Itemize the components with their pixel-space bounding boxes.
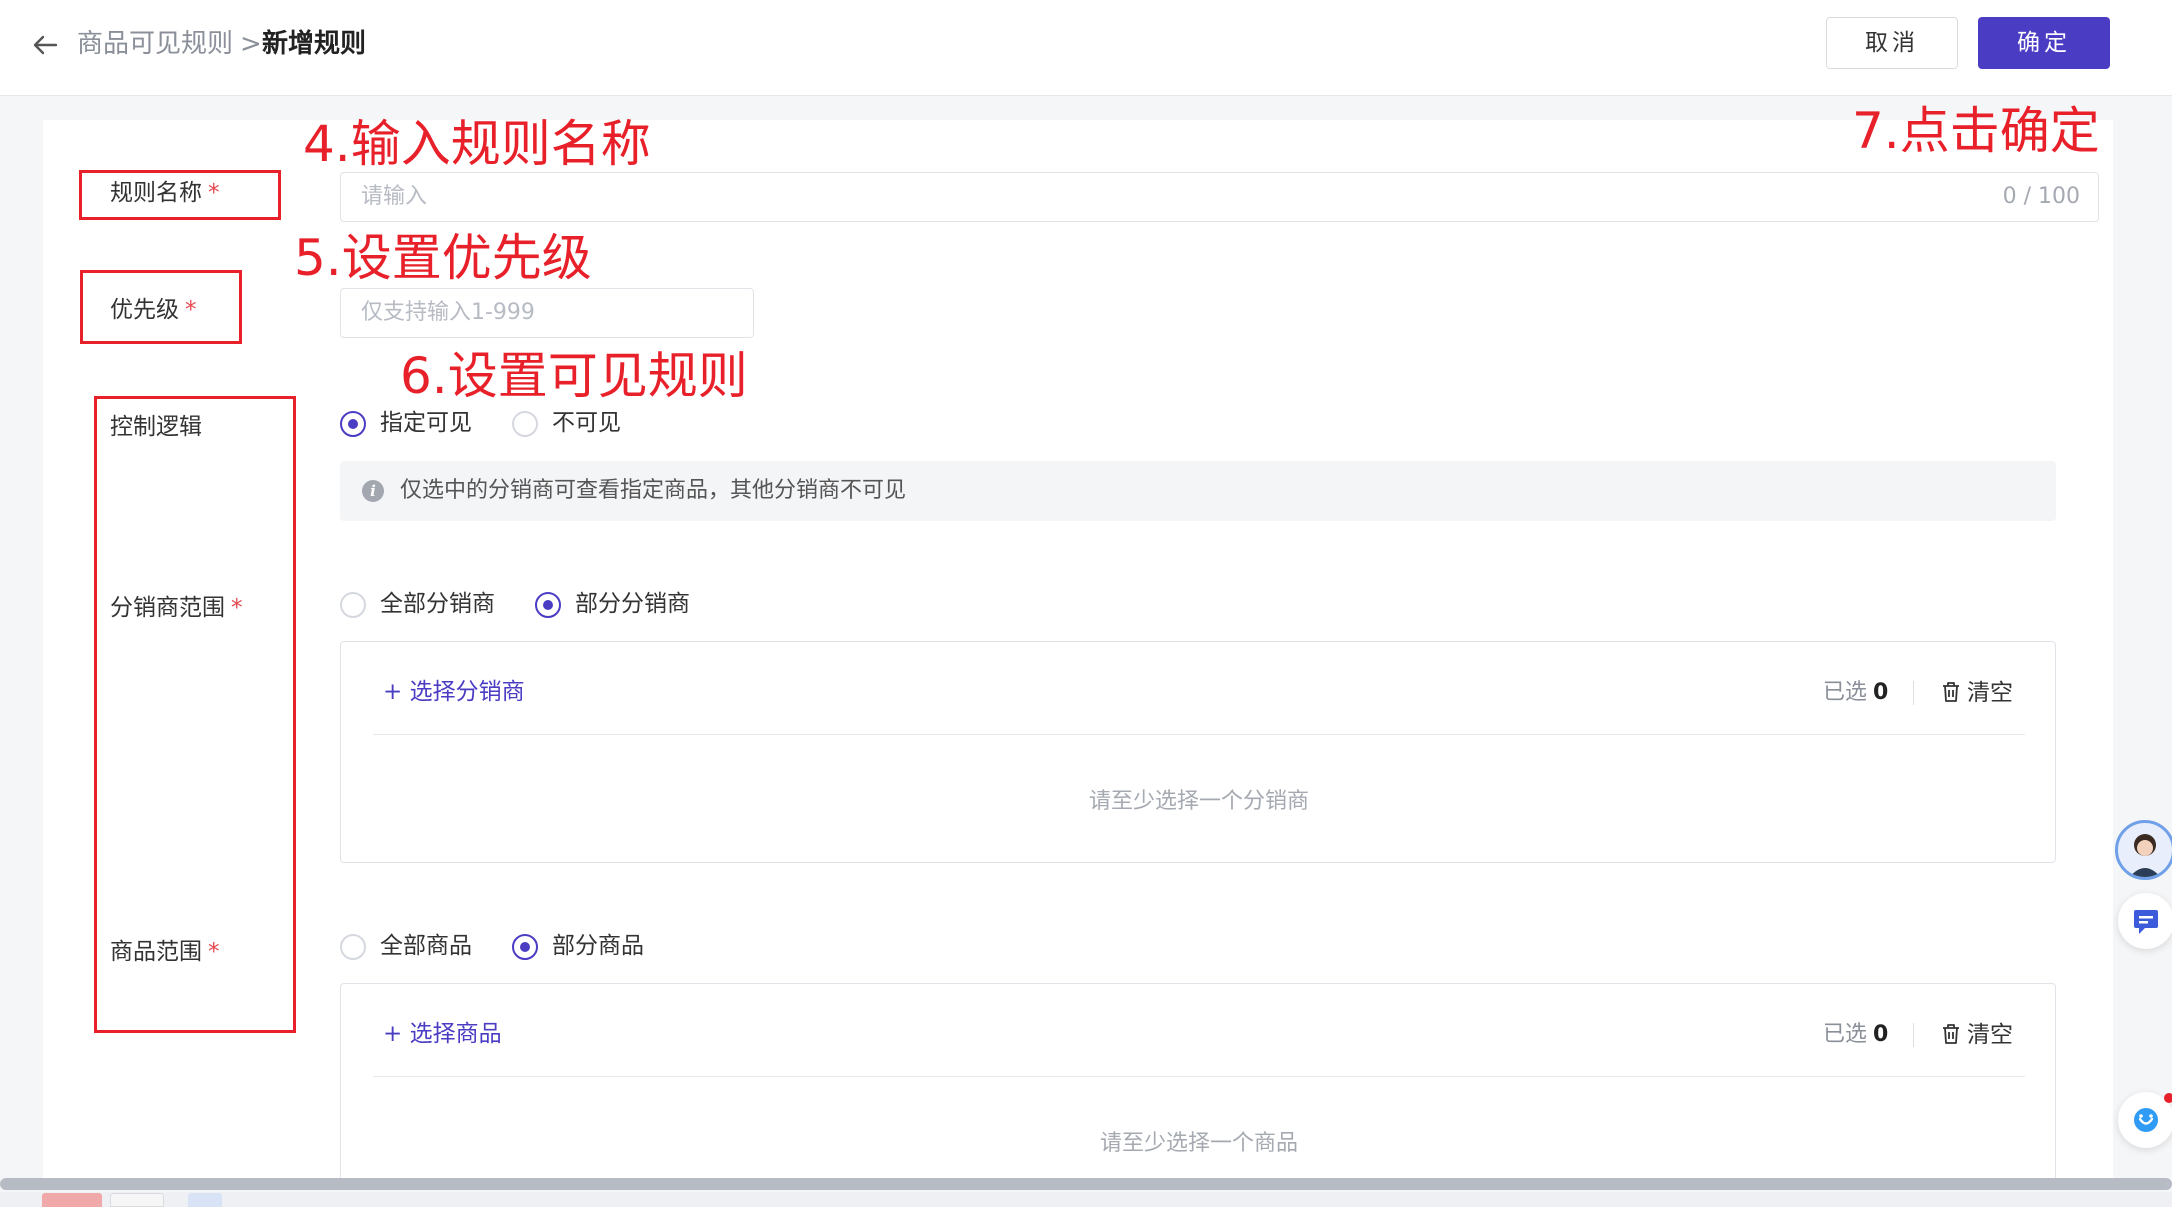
select-product-link[interactable]: + 选择商品 [383,1018,502,1050]
radio-some-products[interactable] [512,934,538,960]
page-header: 商品可见规则 > 新增规则 取消 确定 [0,0,2172,96]
info-icon: i [362,480,384,502]
rule-name-input[interactable]: 请输入 0 / 100 [340,172,2099,222]
product-empty-text: 请至少选择一个商品 [1099,1131,1298,1156]
divider [1913,1023,1914,1047]
select-distributor-link[interactable]: + 选择分销商 [383,676,525,708]
radio-all-distributors[interactable] [340,592,366,618]
radio-some-distributors-label[interactable]: 部分分销商 [575,588,690,620]
distributor-empty-text: 请至少选择一个分销商 [1088,789,1309,814]
feedback-button[interactable] [2118,893,2172,949]
radio-all-distributors-label[interactable]: 全部分销商 [380,588,495,620]
notification-dot [2164,1093,2172,1103]
clear-distributors-button[interactable]: 清空 [1941,677,2013,709]
horizontal-scrollbar[interactable] [0,1178,2172,1190]
product-panel: + 选择商品 已选 0 清空 请至少选择一个商品 [340,983,2056,1178]
divider [1913,681,1914,705]
annotation-step4: 4.输入规则名称 [303,115,651,173]
priority-input[interactable]: 仅支持输入1-999 [340,288,754,338]
annotation-step6: 6.设置可见规则 [400,347,748,405]
taskbar-item[interactable] [42,1193,102,1207]
product-selected-count: 已选 0 [1823,1022,1889,1047]
info-tip: i 仅选中的分销商可查看指定商品，其他分销商不可见 [340,461,2056,521]
annotation-box-rules [94,396,296,1033]
annotation-box-rule-name [79,170,281,220]
radio-some-products-label[interactable]: 部分商品 [552,930,644,962]
breadcrumb-parent[interactable]: 商品可见规则 [77,26,233,62]
radio-visible-label[interactable]: 指定可见 [380,407,472,439]
rule-name-placeholder: 请输入 [361,184,428,209]
taskbar [0,1192,2172,1207]
person-icon [2129,834,2161,877]
chat-icon [2134,910,2158,934]
breadcrumb-separator: > [240,29,262,59]
radio-invisible[interactable] [512,411,538,437]
confirm-button[interactable]: 确定 [1978,17,2110,69]
taskbar-item[interactable] [188,1193,222,1207]
support-avatar[interactable] [2115,820,2172,880]
annotation-box-priority [80,270,242,344]
annotation-step7: 7.点击确定 [1852,102,2100,160]
trash-icon [1943,1024,1959,1044]
trash-icon [1943,682,1959,702]
taskbar-item[interactable] [110,1193,164,1207]
clear-products-button[interactable]: 清空 [1941,1019,2013,1051]
tip-text: 仅选中的分销商可查看指定商品，其他分销商不可见 [400,478,907,503]
radio-invisible-label[interactable]: 不可见 [552,407,621,439]
panel-divider [373,1076,2025,1077]
radio-all-products[interactable] [340,934,366,960]
distributor-panel: + 选择分销商 已选 0 清空 请至少选择一个分销商 [340,641,2056,863]
panel-divider [373,734,2025,735]
radio-all-products-label[interactable]: 全部商品 [380,930,472,962]
radio-some-distributors[interactable] [535,592,561,618]
distributor-selected-count: 已选 0 [1823,680,1889,705]
priority-placeholder: 仅支持输入1-999 [361,300,535,325]
breadcrumb-current: 新增规则 [262,29,367,59]
radio-visible[interactable] [340,411,366,437]
arrow-left-icon[interactable] [30,30,60,60]
cancel-button[interactable]: 取消 [1826,17,1958,69]
rule-name-counter: 0 / 100 [2002,184,2080,209]
annotation-step5: 5.设置优先级 [294,229,592,287]
